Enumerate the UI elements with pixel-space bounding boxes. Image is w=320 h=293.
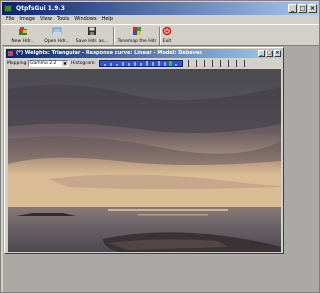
- menu-bar: File Image View Tools Windows Help: [2, 15, 319, 24]
- new-hdr-button[interactable]: New Hdr...: [6, 26, 40, 44]
- child-maximize-button[interactable]: □: [266, 50, 273, 57]
- hdr-image-window: (*) Weights: Triangular - Response curve…: [4, 47, 284, 254]
- title-bar[interactable]: QtpfsGui 1.9.3 _ □ ×: [2, 2, 319, 15]
- mapping-select[interactable]: Gamma 2.2 ▼: [28, 60, 69, 67]
- histogram-slider[interactable]: [99, 60, 183, 67]
- exit-button[interactable]: Exit: [160, 26, 174, 44]
- hdr-window-icon: [8, 51, 13, 56]
- close-button[interactable]: ×: [308, 4, 317, 13]
- menu-help[interactable]: Help: [101, 15, 117, 24]
- menu-view[interactable]: View: [39, 15, 56, 24]
- tonemap-label: Tonemap the Hdr: [117, 39, 157, 44]
- viewer-options-bar: Mapping: Gamma 2.2 ▼ Histogram:: [6, 59, 282, 68]
- menu-file[interactable]: File: [5, 15, 18, 24]
- exit-label: Exit: [162, 39, 172, 44]
- toolbar: New Hdr... Open Hdr... Save Hdr. as... T…: [2, 24, 319, 46]
- app-window: QtpfsGui 1.9.3 _ □ × File Image View Too…: [0, 0, 320, 293]
- chevron-down-icon: ▼: [62, 61, 68, 66]
- open-hdr-button[interactable]: Open Hdr...: [40, 26, 74, 44]
- app-icon: [4, 5, 12, 12]
- save-hdr-button[interactable]: Save Hdr. as...: [74, 26, 110, 44]
- open-folder-icon: [52, 27, 62, 35]
- open-hdr-label: Open Hdr...: [44, 39, 70, 44]
- minimize-button[interactable]: _: [288, 4, 297, 13]
- sunset-sea-image: [8, 69, 281, 252]
- mapping-label: Mapping:: [7, 61, 28, 66]
- mdi-workspace: (*) Weights: Triangular - Response curve…: [3, 46, 319, 292]
- power-exit-icon: [162, 26, 172, 36]
- menu-windows[interactable]: Windows: [73, 15, 100, 24]
- histogram-label: Histogram:: [71, 61, 96, 66]
- new-hdr-label: New Hdr...: [11, 39, 35, 44]
- menu-tools[interactable]: Tools: [56, 15, 73, 24]
- new-hdr-icon: [19, 27, 27, 35]
- tonemap-button[interactable]: Tonemap the Hdr: [115, 26, 159, 44]
- save-disk-icon: [88, 27, 96, 35]
- child-title-bar[interactable]: (*) Weights: Triangular - Response curve…: [6, 49, 282, 58]
- child-close-button[interactable]: ×: [274, 50, 281, 57]
- child-window-title: (*) Weights: Triangular - Response curve…: [16, 50, 203, 56]
- histogram-range-ticks: [186, 60, 246, 67]
- window-title: QtpfsGui 1.9.3: [16, 5, 65, 12]
- child-minimize-button[interactable]: _: [258, 50, 265, 57]
- tonemap-icon: [133, 27, 141, 35]
- hdr-image-view[interactable]: [8, 69, 281, 252]
- maximize-button[interactable]: □: [298, 4, 307, 13]
- mapping-value: Gamma 2.2: [30, 61, 57, 66]
- menu-image[interactable]: Image: [18, 15, 39, 24]
- save-hdr-label: Save Hdr. as...: [75, 39, 109, 44]
